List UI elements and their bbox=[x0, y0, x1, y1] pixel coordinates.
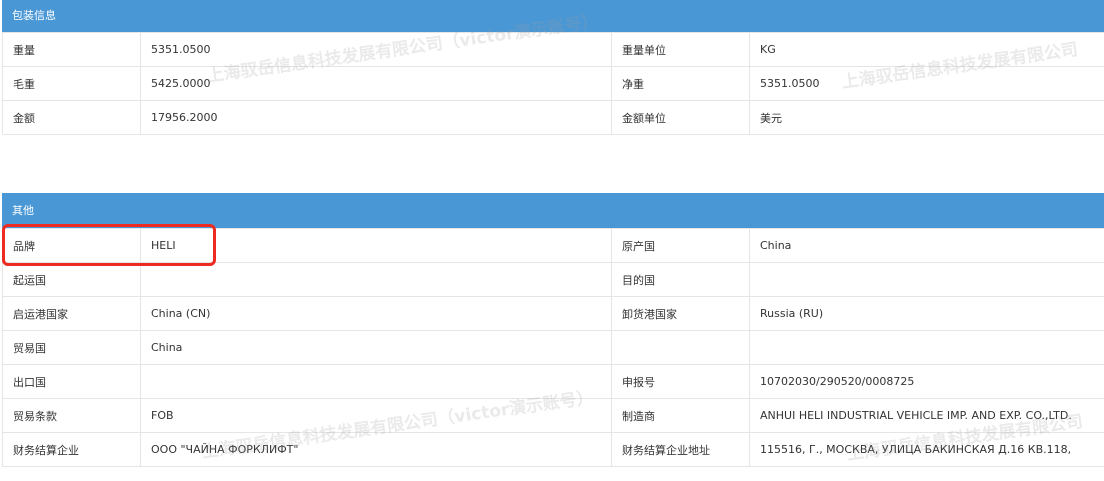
field-value bbox=[749, 262, 1104, 297]
table-row: 毛重 5425.0000 净重 5351.0500 bbox=[2, 66, 1104, 101]
table-row: 重量 5351.0500 重量单位 KG bbox=[2, 32, 1104, 67]
field-label: 贸易国 bbox=[2, 330, 141, 365]
table-row: 财务结算企业 ООО "ЧАЙНА ФОРКЛИФТ" 财务结算企业地址 115… bbox=[2, 432, 1104, 467]
field-label: 财务结算企业 bbox=[2, 432, 141, 467]
field-label: 制造商 bbox=[611, 398, 750, 433]
field-label: 目的国 bbox=[611, 262, 750, 297]
field-label: 卸货港国家 bbox=[611, 296, 750, 331]
field-label: 净重 bbox=[611, 66, 750, 101]
field-value: FOB bbox=[140, 398, 612, 433]
field-label: 金额单位 bbox=[611, 100, 750, 135]
field-value bbox=[140, 364, 612, 399]
field-label bbox=[611, 330, 750, 365]
field-value: China bbox=[749, 228, 1104, 263]
brand-highlight-box bbox=[2, 224, 216, 266]
field-value: 10702030/290520/0008725 bbox=[749, 364, 1104, 399]
field-label: 起运国 bbox=[2, 262, 141, 297]
field-value: KG bbox=[749, 32, 1104, 67]
field-value: 美元 bbox=[749, 100, 1104, 135]
other-header: 其他 bbox=[2, 193, 1104, 228]
table-row: 金额 17956.2000 金额单位 美元 bbox=[2, 100, 1104, 135]
field-value: 17956.2000 bbox=[140, 100, 612, 135]
table-row: 贸易条款 FOB 制造商 ANHUI HELI INDUSTRIAL VEHIC… bbox=[2, 398, 1104, 433]
field-value: Russia (RU) bbox=[749, 296, 1104, 331]
field-label: 重量单位 bbox=[611, 32, 750, 67]
packaging-section: 包装信息 重量 5351.0500 重量单位 KG 毛重 5425.0000 净… bbox=[2, 0, 1104, 135]
field-label: 启运港国家 bbox=[2, 296, 141, 331]
field-label: 财务结算企业地址 bbox=[611, 432, 750, 467]
field-value: ООО "ЧАЙНА ФОРКЛИФТ" bbox=[140, 432, 612, 467]
packaging-header: 包装信息 bbox=[2, 0, 1104, 32]
field-value: ANHUI HELI INDUSTRIAL VEHICLE IMP. AND E… bbox=[749, 398, 1104, 433]
field-value bbox=[140, 262, 612, 297]
table-row: 贸易国 China bbox=[2, 330, 1104, 365]
field-label: 原产国 bbox=[611, 228, 750, 263]
table-row: 出口国 申报号 10702030/290520/0008725 bbox=[2, 364, 1104, 399]
field-label: 申报号 bbox=[611, 364, 750, 399]
field-label: 出口国 bbox=[2, 364, 141, 399]
field-value: China bbox=[140, 330, 612, 365]
field-label: 重量 bbox=[2, 32, 141, 67]
field-value: 5425.0000 bbox=[140, 66, 612, 101]
field-value: 5351.0500 bbox=[140, 32, 612, 67]
field-value bbox=[749, 330, 1104, 365]
field-label: 金额 bbox=[2, 100, 141, 135]
field-label: 毛重 bbox=[2, 66, 141, 101]
table-row: 启运港国家 China (CN) 卸货港国家 Russia (RU) bbox=[2, 296, 1104, 331]
field-value: 5351.0500 bbox=[749, 66, 1104, 101]
table-row: 起运国 目的国 bbox=[2, 262, 1104, 297]
field-value: 115516, Г., МОСКВА, УЛИЦА БАКИНСКАЯ Д.16… bbox=[749, 432, 1104, 467]
packaging-table: 重量 5351.0500 重量单位 KG 毛重 5425.0000 净重 535… bbox=[2, 32, 1104, 135]
field-value: China (CN) bbox=[140, 296, 612, 331]
field-label: 贸易条款 bbox=[2, 398, 141, 433]
